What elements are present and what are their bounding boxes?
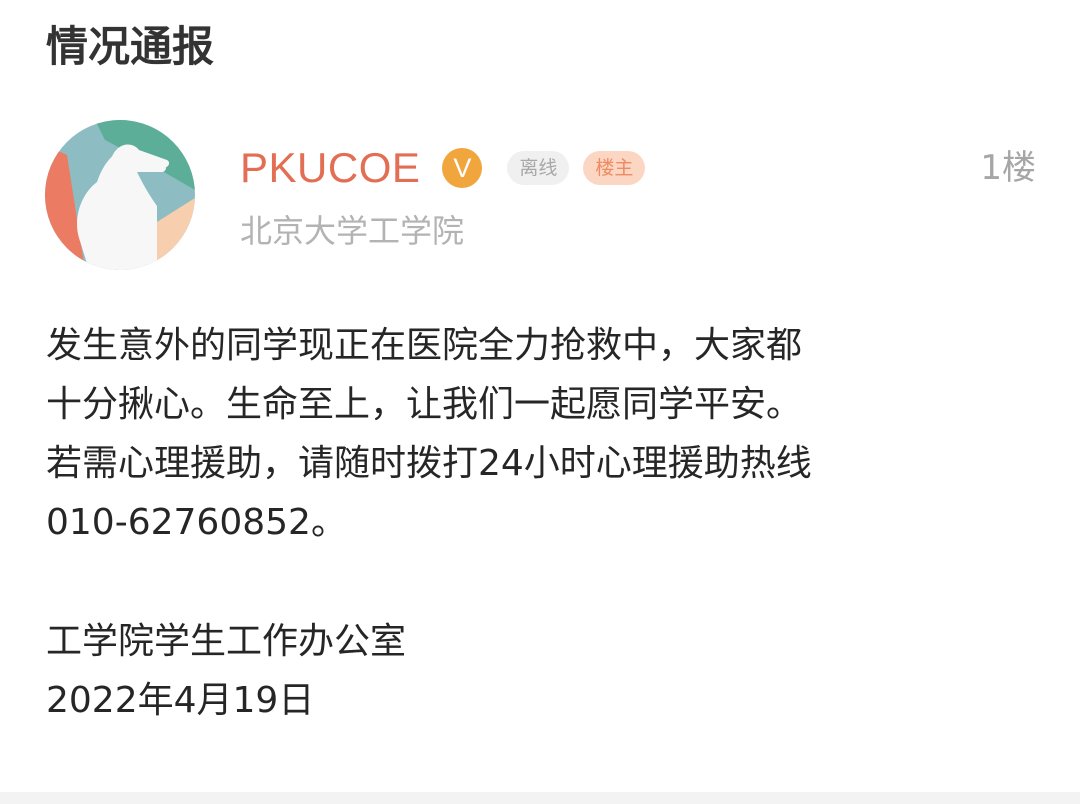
author-avatar[interactable] <box>45 120 195 270</box>
body-line-1: 发生意外的同学现正在医院全力抢救中，大家都 <box>46 325 803 366</box>
bottom-divider <box>0 792 1080 804</box>
floor-number: 1楼 <box>980 148 1036 188</box>
body-line-4-phone: 010-62760852。 <box>46 502 347 543</box>
author-name[interactable]: PKUCOE <box>240 144 420 192</box>
post-body: 发生意外的同学现正在医院全力抢救中，大家都 十分揪心。生命至上，让我们一起愿同学… <box>46 316 1006 730</box>
saluting-person-avatar-icon <box>45 120 195 270</box>
post-date: 2022年4月19日 <box>46 680 315 721</box>
verified-badge-icon: V <box>442 148 483 188</box>
signature: 工学院学生工作办公室 <box>46 621 407 662</box>
author-row: PKUCOE V 离线 楼主 <box>240 138 646 198</box>
status-badge-offline: 离线 <box>507 151 570 185</box>
author-subtitle: 北京大学工学院 <box>240 212 465 250</box>
owner-badge: 楼主 <box>583 151 646 185</box>
body-line-3: 若需心理援助，请随时拨打24小时心理援助热线 <box>46 443 812 484</box>
post-title: 情况通报 <box>46 22 215 71</box>
body-line-2: 十分揪心。生命至上，让我们一起愿同学平安。 <box>46 384 803 425</box>
